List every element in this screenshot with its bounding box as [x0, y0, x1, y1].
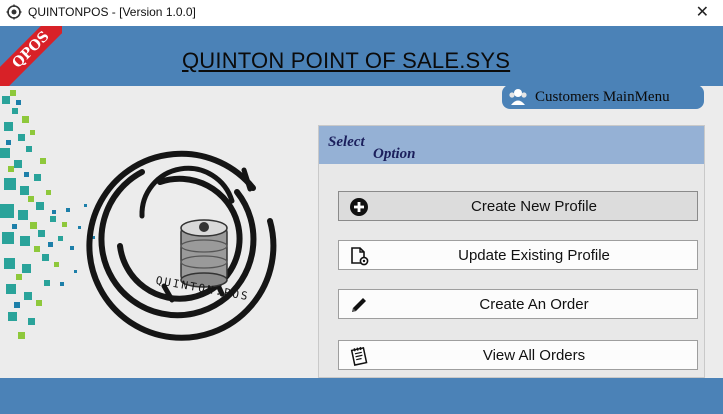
database-icon [180, 219, 228, 288]
update-existing-profile-label: Update Existing Profile [458, 247, 610, 264]
view-all-orders-button[interactable]: View All Orders [338, 340, 698, 370]
close-icon[interactable]: ✕ [696, 2, 709, 22]
corner-ribbon: QPOS [0, 26, 62, 88]
panel-header: Select Option [319, 126, 704, 164]
customers-mainmenu-button[interactable]: Customers MainMenu [502, 85, 704, 109]
document-gear-icon [351, 247, 369, 266]
app-footer [0, 378, 723, 414]
gear-icon [6, 4, 22, 20]
plus-circle-icon [350, 198, 368, 216]
create-an-order-button[interactable]: Create An Order [338, 289, 698, 319]
app-name-title: QUINTON POINT OF SALE.SYS [182, 48, 511, 73]
create-an-order-label: Create An Order [479, 296, 589, 313]
customers-mainmenu-label: Customers MainMenu [535, 89, 670, 105]
pixel-art-logo: QUINTON.POS [0, 86, 277, 378]
notepad-icon [350, 346, 368, 366]
window-title: QUINTONPOS - [Version 1.0.0] [28, 5, 196, 19]
pencil-icon [352, 298, 366, 312]
panel-heading-option: Option [373, 146, 416, 162]
users-icon [509, 89, 527, 105]
create-new-profile-label: Create New Profile [471, 198, 597, 215]
view-all-orders-label: View All Orders [482, 347, 586, 364]
create-new-profile-button[interactable]: Create New Profile [338, 191, 698, 221]
window-titlebar: QUINTONPOS - [Version 1.0.0] ✕ [0, 0, 723, 26]
select-option-panel: Select Option Create New Profile Update … [318, 125, 705, 378]
update-existing-profile-button[interactable]: Update Existing Profile [338, 240, 698, 270]
ribbon-label: QPOS [0, 26, 62, 88]
panel-heading-select: Select [328, 134, 365, 150]
app-header: QUINTON POINT OF SALE.SYS [0, 26, 723, 86]
